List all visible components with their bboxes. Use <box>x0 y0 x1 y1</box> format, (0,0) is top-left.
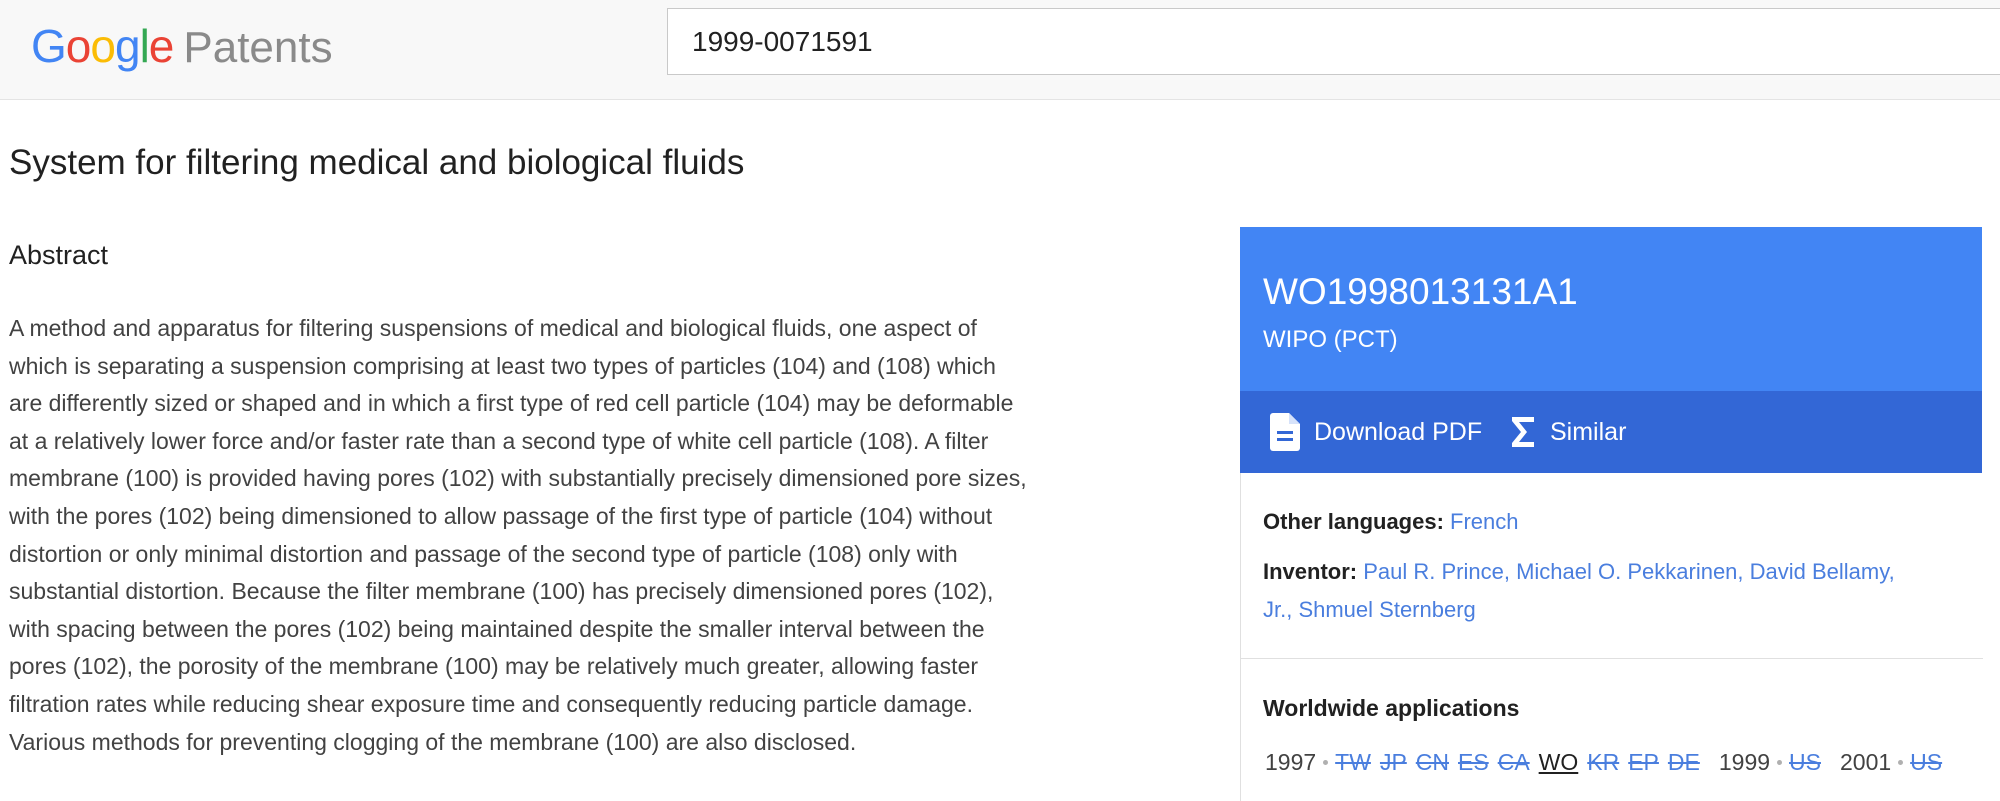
search-input[interactable] <box>667 8 2000 75</box>
similar-label: Similar <box>1550 417 1627 446</box>
inventor-link[interactable]: Jr., Shmuel Sternberg <box>1263 591 1963 629</box>
abstract-text: A method and apparatus for filtering sus… <box>9 310 1129 761</box>
abstract-line: membrane (100) is provided having pores … <box>9 465 1027 492</box>
application-year: 1999 <box>1718 749 1771 775</box>
inventor-label: Inventor: <box>1263 559 1358 584</box>
country-link[interactable]: US <box>1910 749 1942 776</box>
abstract-line: pores (102), the porosity of the membran… <box>9 653 979 680</box>
worldwide-applications-heading: Worldwide applications <box>1263 695 1520 721</box>
abstract-line: A method and apparatus for filtering sus… <box>9 315 977 341</box>
document-icon <box>1270 413 1300 451</box>
other-languages: Other languages: French <box>1263 503 1519 541</box>
country-link[interactable]: JP <box>1380 749 1407 776</box>
country-link[interactable]: ES <box>1458 749 1489 776</box>
bullet-dot <box>1777 760 1783 765</box>
bullet-dot <box>1898 760 1904 765</box>
publication-card-header: WO1998013131A1 WIPO (PCT) <box>1240 227 1982 391</box>
country-link[interactable]: TW <box>1335 749 1371 776</box>
page-title: System for filtering medical and biologi… <box>9 143 745 182</box>
country-link[interactable]: KR <box>1587 749 1619 776</box>
other-languages-label: Other languages: <box>1263 509 1444 534</box>
abstract-line: at a relatively lower force and/or faste… <box>9 427 989 454</box>
divider <box>1241 658 1983 659</box>
country-link[interactable]: DE <box>1668 749 1700 776</box>
top-bar: Google Patents <box>0 0 2000 100</box>
abstract-line: filtration rates while reducing shear ex… <box>9 690 973 717</box>
logo-product: Patents <box>183 23 333 72</box>
publication-number: WO1998013131A1 <box>1263 271 1578 312</box>
abstract-line: with the pores (102) being dimensioned t… <box>9 502 993 529</box>
bullet-dot <box>1323 760 1329 765</box>
abstract-line: Various methods for preventing clogging … <box>9 728 857 755</box>
inventor-link[interactable]: Paul R. Prince, Michael O. Pekkarinen, D… <box>1363 559 1894 584</box>
logo-letter: l <box>139 20 150 72</box>
download-pdf-label: Download PDF <box>1314 417 1483 446</box>
abstract-line: which is separating a suspension compris… <box>9 352 996 379</box>
abstract-heading: Abstract <box>9 240 109 270</box>
country-link[interactable]: CA <box>1498 749 1530 776</box>
card-actions: Download PDF Similar <box>1240 391 1982 473</box>
logo-letter: o <box>90 20 116 72</box>
abstract-line: are differently sized or shaped and in w… <box>9 390 1014 417</box>
publication-card-body: Other languages: French Inventor: Paul R… <box>1240 473 1983 801</box>
country-link[interactable]: CN <box>1416 749 1449 776</box>
publication-office: WIPO (PCT) <box>1263 326 1398 353</box>
application-year: 1997 <box>1265 749 1317 775</box>
logo-letter: g <box>114 20 141 72</box>
download-pdf-button[interactable]: Download PDF <box>1270 391 1482 473</box>
abstract-line: substantial distortion. Because the filt… <box>9 578 994 605</box>
country-link[interactable]: EP <box>1628 749 1659 776</box>
logo-letter: G <box>31 20 67 72</box>
logo-letter: e <box>148 20 175 72</box>
abstract-line: with spacing between the pores (102) bei… <box>9 615 985 642</box>
abstract-line: distortion or only minimal distortion an… <box>9 540 958 567</box>
inventors: Inventor: Paul R. Prince, Michael O. Pek… <box>1263 553 1963 629</box>
similar-button[interactable]: Similar <box>1510 391 1626 473</box>
logo-letter: o <box>65 20 92 72</box>
country-link-current[interactable]: WO <box>1539 749 1579 776</box>
other-language-link[interactable]: French <box>1450 509 1518 534</box>
worldwide-applications-row: 1997 TW JP CN ES CA WO KR EP DE 1999 US … <box>1265 749 1951 776</box>
sigma-icon <box>1512 417 1534 447</box>
google-patents-logo[interactable]: Google Patents <box>31 18 333 76</box>
country-link[interactable]: US <box>1789 749 1821 776</box>
application-year: 2001 <box>1839 749 1892 775</box>
